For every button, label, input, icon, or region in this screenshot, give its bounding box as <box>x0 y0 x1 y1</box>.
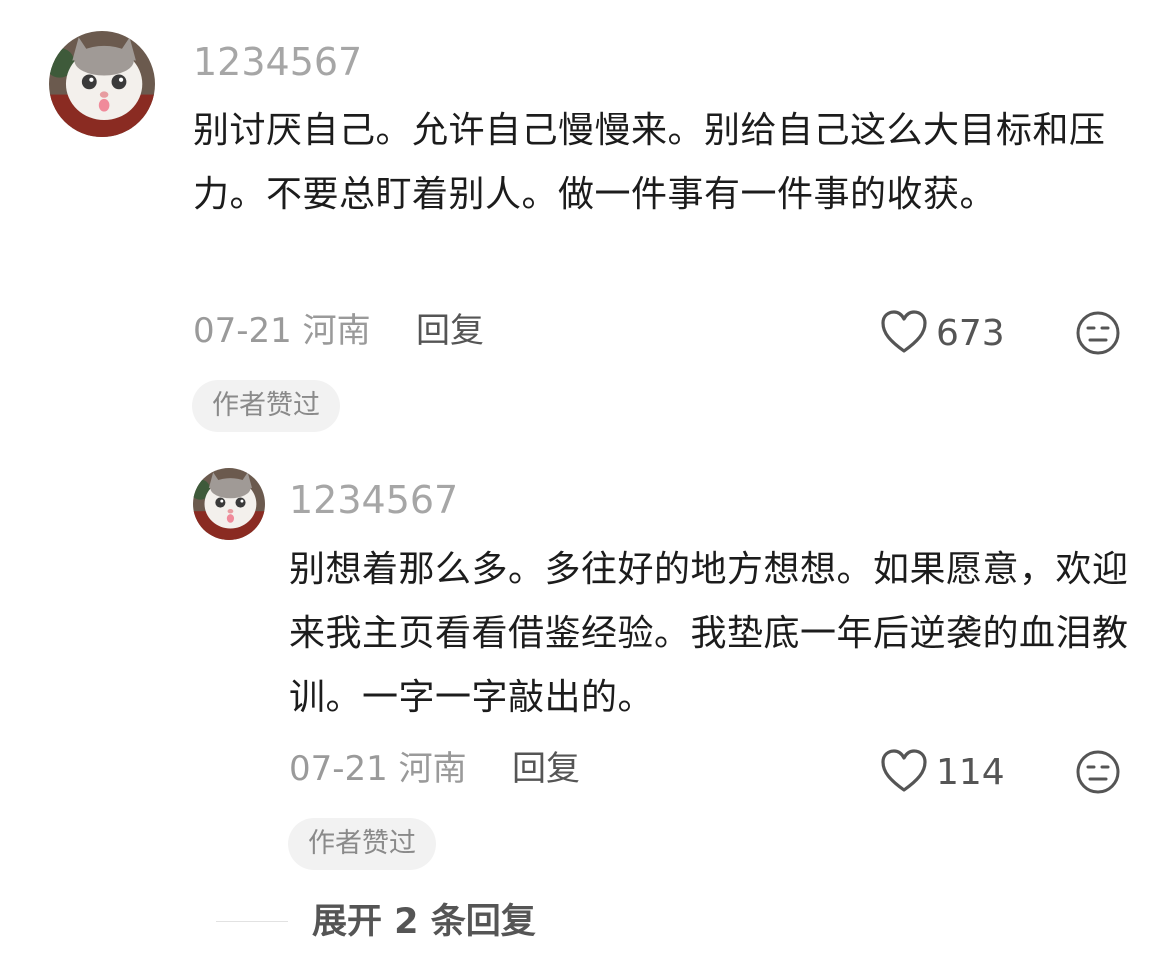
comment-text: 别想着那么多。多往好的地方想想。如果愿意，欢迎来我主页看看借鉴经验。我垫底一年后… <box>289 549 1129 718</box>
avatar[interactable] <box>193 468 265 540</box>
dislike-button[interactable] <box>1075 310 1121 360</box>
comment-location: 河南 <box>398 749 467 789</box>
reply-button[interactable]: 回复 <box>416 311 484 351</box>
like-count: 114 <box>936 752 1005 793</box>
username[interactable]: 1234567 <box>289 478 458 522</box>
author-liked-badge: 作者赞过 <box>288 818 436 870</box>
comment-text: 别讨厌自己。允许自己慢慢来。别给自己这么大目标和压力。不要总盯着别人。做一件事有… <box>193 110 1106 215</box>
like-button[interactable]: 114 <box>880 748 1005 798</box>
comment-date: 07-21 <box>193 311 292 351</box>
heart-outline-icon <box>880 748 928 798</box>
expand-divider <box>216 921 288 922</box>
expand-replies-button[interactable]: 展开 2 条回复 <box>312 900 536 944</box>
neutral-face-icon <box>1075 750 1121 799</box>
username[interactable]: 1234567 <box>193 40 362 84</box>
comment-meta: 07-21 河南 <box>289 749 467 789</box>
comment-location: 河南 <box>302 311 371 351</box>
avatar[interactable] <box>49 31 155 137</box>
like-button[interactable]: 673 <box>880 309 1005 359</box>
like-count: 673 <box>936 313 1005 354</box>
dislike-button[interactable] <box>1075 749 1121 799</box>
comment-meta: 07-21 河南 <box>193 311 371 351</box>
heart-outline-icon <box>880 309 928 359</box>
comment-date: 07-21 <box>289 749 388 789</box>
reply-button[interactable]: 回复 <box>512 749 580 789</box>
author-liked-badge: 作者赞过 <box>192 380 340 432</box>
neutral-face-icon <box>1075 311 1121 360</box>
